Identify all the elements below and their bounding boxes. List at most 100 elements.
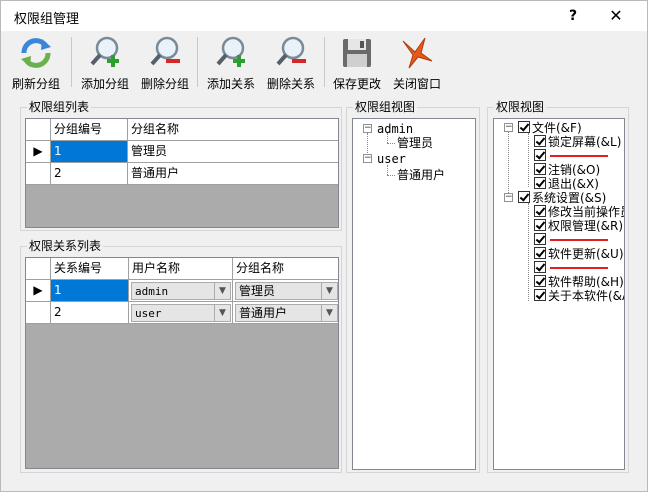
- chevron-down-icon[interactable]: ▼: [321, 305, 337, 321]
- checkbox-icon[interactable]: [518, 121, 530, 133]
- perm-node[interactable]: 文件(&F): [518, 121, 582, 135]
- checkbox-icon[interactable]: [534, 233, 546, 245]
- add-icon: [90, 36, 119, 67]
- perm-node[interactable]: 系统设置(&S): [518, 191, 606, 205]
- group-view-panel: 权限组视图 − admin 管理员 − user 普通用户: [346, 100, 480, 473]
- collapse-icon[interactable]: −: [363, 154, 372, 163]
- remove-icon: [150, 36, 180, 66]
- perm-node[interactable]: 关于本软件(&A): [534, 289, 624, 303]
- refresh-icon: [21, 38, 51, 68]
- checkbox-icon[interactable]: [534, 205, 546, 217]
- column-header[interactable]: 分组名称: [128, 119, 338, 141]
- permission-view-panel: 权限视图 − 文件(&F) 锁定屏幕(&L) 注销(&O) 退出(&X) − 系…: [487, 100, 629, 473]
- group-list-title: 权限组列表: [27, 100, 92, 114]
- relation-list-grid[interactable]: 关系编号 用户名称 分组名称 ▶ 1 admin ▼ 管理员 ▼ 2 user …: [25, 257, 339, 469]
- column-header[interactable]: 分组编号: [51, 119, 128, 141]
- group-id-cell[interactable]: 1: [51, 141, 128, 163]
- perm-node[interactable]: 修改当前操作员: [534, 205, 625, 219]
- row-header[interactable]: [26, 302, 51, 324]
- group-list-grid[interactable]: 分组编号 分组名称 ▶ 1 管理员 2 普通用户: [25, 118, 339, 228]
- relation-id-cell[interactable]: 1: [51, 280, 129, 302]
- perm-node[interactable]: 权限管理(&R): [534, 219, 623, 233]
- column-header[interactable]: 关系编号: [51, 258, 129, 280]
- permission-view-tree[interactable]: − 文件(&F) 锁定屏幕(&L) 注销(&O) 退出(&X) − 系统设置(&…: [493, 118, 625, 470]
- table-row[interactable]: 2 user ▼ 普通用户 ▼: [26, 302, 338, 324]
- group-list-panel: 权限组列表 分组编号 分组名称 ▶ 1 管理员 2 普通用户: [20, 100, 342, 231]
- perm-node[interactable]: 软件帮助(&H): [534, 275, 624, 289]
- refresh-groups-button[interactable]: 刷新分组: [5, 33, 67, 91]
- chevron-down-icon[interactable]: ▼: [214, 283, 230, 299]
- current-row-indicator: ▶: [26, 141, 51, 163]
- perm-node-label: 权限管理(&R): [548, 219, 624, 233]
- close-window-button[interactable]: 关闭窗口: [388, 33, 446, 91]
- perm-node[interactable]: 注销(&O): [534, 163, 600, 177]
- checkbox-icon[interactable]: [534, 219, 546, 231]
- column-header[interactable]: 用户名称: [129, 258, 233, 280]
- add-icon: [216, 36, 245, 67]
- save-icon: [343, 39, 371, 67]
- column-header[interactable]: 分组名称: [233, 258, 338, 280]
- toolbar-separator: [324, 37, 325, 87]
- group-view-tree[interactable]: − admin 管理员 − user 普通用户: [352, 118, 476, 470]
- chevron-down-icon[interactable]: ▼: [321, 283, 337, 299]
- checkbox-icon[interactable]: [534, 177, 546, 189]
- perm-node[interactable]: 软件更新(&U): [534, 247, 624, 261]
- add-relation-button[interactable]: 添加关系: [202, 33, 260, 91]
- group-cell: 管理员 ▼: [233, 280, 338, 302]
- group-name-cell[interactable]: 普通用户: [128, 163, 338, 185]
- delete-relation-button[interactable]: 删除关系: [262, 33, 320, 91]
- perm-node[interactable]: [534, 261, 548, 275]
- toolbar-label: 删除分组: [140, 77, 189, 91]
- main-window: 权限组管理 ? ✕ 刷新分组 添加分组 删除分组 添加关系 删除关系 保存更改 …: [0, 0, 648, 492]
- collapse-icon[interactable]: −: [504, 123, 513, 132]
- group-cell: 普通用户 ▼: [233, 302, 338, 324]
- checkbox-icon[interactable]: [534, 247, 546, 259]
- title-bar[interactable]: 权限组管理 ? ✕: [1, 1, 647, 31]
- tree-node-child[interactable]: 管理员: [397, 136, 433, 150]
- collapse-icon[interactable]: −: [363, 124, 372, 133]
- close-button[interactable]: ✕: [601, 5, 631, 27]
- relation-list-panel: 权限关系列表 关系编号 用户名称 分组名称 ▶ 1 admin ▼ 管理员 ▼ …: [20, 239, 342, 473]
- user-combo-value: admin: [135, 285, 169, 298]
- checkbox-icon[interactable]: [534, 135, 546, 147]
- checkbox-icon[interactable]: [518, 191, 530, 203]
- perm-node[interactable]: [534, 149, 548, 163]
- checkbox-icon[interactable]: [534, 163, 546, 175]
- menu-separator: [550, 239, 608, 241]
- perm-node-label: 注销(&O): [548, 163, 601, 177]
- checkbox-icon[interactable]: [534, 149, 546, 161]
- menu-separator: [550, 155, 608, 157]
- tree-line: [528, 203, 529, 301]
- perm-node[interactable]: 锁定屏幕(&L): [534, 135, 621, 149]
- remove-icon: [276, 36, 306, 66]
- table-row[interactable]: ▶ 1 admin ▼ 管理员 ▼: [26, 280, 338, 302]
- collapse-icon[interactable]: −: [504, 193, 513, 202]
- tree-node-user[interactable]: user: [377, 152, 406, 166]
- help-button[interactable]: ?: [561, 5, 585, 27]
- delete-group-button[interactable]: 删除分组: [136, 33, 194, 91]
- row-header[interactable]: [26, 163, 51, 185]
- group-name-cell[interactable]: 管理员: [128, 141, 338, 163]
- group-combo[interactable]: 普通用户 ▼: [235, 304, 338, 322]
- tree-node-child[interactable]: 普通用户: [397, 168, 445, 182]
- add-group-button[interactable]: 添加分组: [76, 33, 134, 91]
- toolbar-separator: [71, 37, 72, 87]
- perm-node[interactable]: 退出(&X): [534, 177, 599, 191]
- save-changes-button[interactable]: 保存更改: [328, 33, 386, 91]
- checkbox-icon[interactable]: [534, 289, 546, 301]
- user-combo[interactable]: admin ▼: [131, 282, 231, 300]
- perm-node-label: 锁定屏幕(&L): [548, 135, 622, 149]
- checkbox-icon[interactable]: [534, 275, 546, 287]
- current-row-indicator: ▶: [26, 280, 51, 302]
- perm-node[interactable]: [534, 233, 548, 247]
- tree-node-admin[interactable]: admin: [377, 122, 413, 136]
- checkbox-icon[interactable]: [534, 261, 546, 273]
- tree-line: [387, 143, 395, 144]
- perm-node-label: 修改当前操作员: [548, 205, 625, 219]
- group-combo[interactable]: 管理员 ▼: [235, 282, 338, 300]
- user-combo[interactable]: user ▼: [131, 304, 231, 322]
- group-id-cell[interactable]: 2: [51, 163, 128, 185]
- chevron-down-icon[interactable]: ▼: [214, 305, 230, 321]
- user-combo-value: user: [135, 307, 162, 320]
- relation-id-cell[interactable]: 2: [51, 302, 129, 324]
